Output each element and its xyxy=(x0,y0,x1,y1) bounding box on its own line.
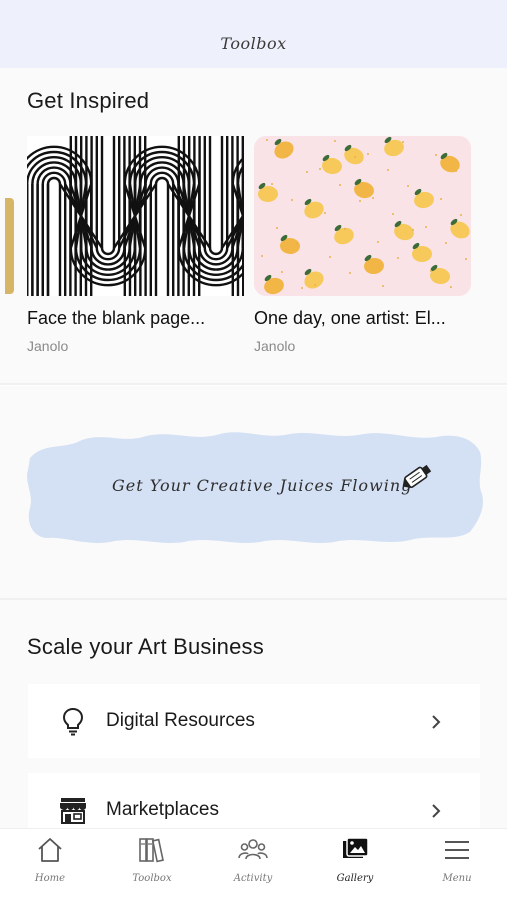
inspiration-card[interactable]: One day, one artist: El... Janolo xyxy=(254,136,471,354)
gallery-icon xyxy=(343,837,369,858)
nav-label: Activity xyxy=(233,873,273,884)
list-item-label: Digital Resources xyxy=(106,710,255,731)
nav-item-menu[interactable]: Menu xyxy=(417,835,497,895)
people-icon xyxy=(238,839,268,860)
section-divider xyxy=(0,383,507,385)
top-header: Toolbox xyxy=(0,0,507,68)
bottom-nav: Home Toolbox Activity Gallery Menu xyxy=(0,828,507,900)
lemon-pattern-image xyxy=(254,136,471,296)
list-item-digital-resources[interactable]: Digital Resources xyxy=(28,684,480,758)
paint-tube-icon xyxy=(402,464,432,488)
chevron-right-icon xyxy=(432,715,441,729)
wave-line-art-image xyxy=(27,136,244,296)
chevron-right-icon xyxy=(432,804,441,818)
list-item-label: Marketplaces xyxy=(106,799,219,820)
card-title: Face the blank page... xyxy=(27,308,206,328)
menu-icon xyxy=(445,841,469,859)
nav-item-toolbox[interactable]: Toolbox xyxy=(112,835,192,895)
nav-item-activity[interactable]: Activity xyxy=(213,835,293,895)
nav-label: Toolbox xyxy=(132,873,172,884)
storefront-icon xyxy=(60,798,86,824)
inspiration-card[interactable]: Face the blank page... Janolo xyxy=(27,136,244,354)
business-title: Scale your Art Business xyxy=(27,634,264,659)
creative-banner[interactable]: Get Your Creative Juices Flowing xyxy=(24,428,484,546)
nav-label: Menu xyxy=(442,873,472,884)
banner-text: Get Your Creative Juices Flowing xyxy=(112,476,413,495)
page-title: Toolbox xyxy=(220,34,287,53)
books-icon xyxy=(139,838,164,863)
nav-item-gallery[interactable]: Gallery xyxy=(315,835,395,895)
nav-label: Gallery xyxy=(336,873,374,884)
edge-tab[interactable] xyxy=(5,198,14,294)
card-author: Janolo xyxy=(27,338,69,354)
card-author: Janolo xyxy=(254,338,296,354)
home-icon xyxy=(38,838,62,862)
nav-label: Home xyxy=(34,873,66,884)
lightbulb-icon xyxy=(62,707,84,736)
nav-item-home[interactable]: Home xyxy=(10,835,90,895)
inspired-title: Get Inspired xyxy=(27,88,150,113)
card-title: One day, one artist: El... xyxy=(254,308,446,328)
